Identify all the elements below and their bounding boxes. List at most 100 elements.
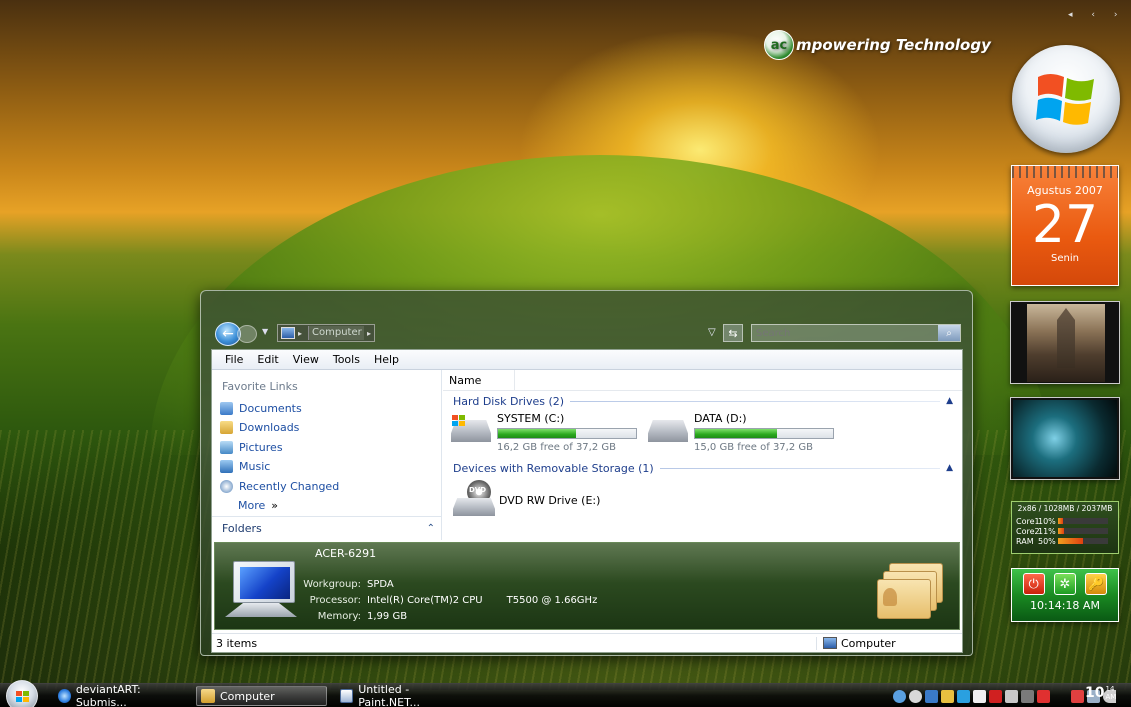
card-front <box>877 579 931 619</box>
address-text[interactable]: Computer <box>308 326 364 340</box>
drive-label: SYSTEM (C:) <box>497 412 565 425</box>
dvd-drive-label[interactable]: DVD RW Drive (E:) <box>499 494 600 507</box>
address-dropdown[interactable]: ▸ <box>364 329 374 338</box>
details-pane: ACER-6291 Workgroup: SPDA Processor: Int… <box>214 542 961 630</box>
lock-button[interactable]: 🔑 <box>1085 573 1108 595</box>
taskbar-item-label: Untitled - Paint.NET... <box>358 683 421 707</box>
tray-app-icon[interactable] <box>1071 689 1084 703</box>
brand-watermark: ac mpowering Technology <box>764 30 991 60</box>
search-button[interactable]: ⌕ <box>938 325 960 341</box>
folders-label: Folders <box>222 522 262 535</box>
documents-icon <box>220 401 233 415</box>
status-location-label: Computer <box>841 636 896 650</box>
explorer-window: ← ▼ ▸ Computer ▸ ▽ ⇆ ⌕ File Edit View To… <box>200 290 973 656</box>
messenger-icon[interactable] <box>909 689 922 703</box>
taskbar-clock[interactable]: 10 14 AM <box>1085 685 1116 701</box>
content-pane: Name Hard Disk Drives (2) ▲ SYSTEM (C:) … <box>443 370 962 540</box>
tray-app-icon[interactable] <box>925 689 938 703</box>
refresh-button[interactable]: ⇆ <box>723 324 743 342</box>
group-divider <box>659 467 941 469</box>
windows-logo-gadget[interactable] <box>1012 45 1120 153</box>
start-button[interactable] <box>6 680 38 707</box>
cpu-row-fill <box>1058 518 1063 524</box>
menu-view[interactable]: View <box>286 350 326 370</box>
restart-button[interactable]: ✲ <box>1053 573 1076 595</box>
taskbar-item-computer[interactable]: Computer <box>196 686 327 706</box>
drive-free-space: 16,2 GB free of 37,2 GB <box>497 442 616 453</box>
fav-link-recently-changed[interactable]: Recently Changed <box>220 478 339 494</box>
tray-app-icon[interactable] <box>1021 689 1034 703</box>
clock-hour: 10 <box>1085 685 1105 701</box>
calendar-gadget[interactable]: Agustus 2007 27 Senin <box>1011 165 1119 286</box>
status-bar: 3 items Computer <box>212 633 962 652</box>
back-arrow-icon: ← <box>222 326 234 342</box>
drive-label: DATA (D:) <box>694 412 747 425</box>
sidebar-nav-arrows[interactable]: ◂ ‹ › <box>1068 10 1125 20</box>
fav-link-pictures[interactable]: Pictures <box>220 439 283 455</box>
menu-edit[interactable]: Edit <box>250 350 285 370</box>
detail-key: Processor: <box>309 595 361 606</box>
cpu-row-bar <box>1058 518 1108 524</box>
tray-app-icon[interactable] <box>973 689 986 703</box>
folder-icon <box>201 689 215 703</box>
fav-link-documents[interactable]: Documents <box>220 400 302 416</box>
double-chevron-icon: » <box>271 498 279 512</box>
folders-toggle[interactable]: Folders ⌃ <box>212 516 441 540</box>
menu-file[interactable]: File <box>218 350 250 370</box>
group-divider <box>570 400 941 402</box>
address-bar[interactable]: ▸ Computer ▸ <box>277 324 375 342</box>
menu-tools[interactable]: Tools <box>326 350 367 370</box>
antivirus-icon[interactable] <box>989 689 1002 703</box>
cpu-meter-gadget[interactable]: 2x86 / 1028MB / 2037MB Core1 10% Core2 1… <box>1011 501 1119 554</box>
tray-app-icon[interactable] <box>1037 689 1050 703</box>
detail-processor: Processor: Intel(R) Core(TM)2 CPU T5500 … <box>275 595 598 609</box>
brand-logo-icon: ac <box>764 30 794 60</box>
drive-system-c[interactable]: SYSTEM (C:) 16,2 GB free of 37,2 GB <box>451 412 651 453</box>
address-history-dropdown[interactable]: ▽ <box>708 327 716 338</box>
paint-net-icon <box>340 689 354 703</box>
detail-key: Workgroup: <box>303 579 361 590</box>
slideshow-gadget-abstract[interactable] <box>1010 397 1120 480</box>
detail-workgroup: Workgroup: SPDA <box>275 579 393 593</box>
cpu-row-core2: Core2 11% <box>1016 526 1114 536</box>
navigation-bar: ← ▼ ▸ Computer ▸ ▽ ⇆ ⌕ <box>215 322 961 346</box>
search-input[interactable] <box>756 326 936 340</box>
clock-minute: 14 <box>1105 685 1115 693</box>
computer-icon <box>281 327 295 339</box>
chevron-up-icon: ▲ <box>946 396 953 406</box>
cpu-row-fill <box>1058 528 1064 534</box>
forward-button[interactable] <box>237 325 257 343</box>
tray-app-icon[interactable] <box>1005 689 1018 703</box>
dvd-drive-icon[interactable]: DVD <box>453 480 495 518</box>
refresh-icon: ⇆ <box>728 326 738 340</box>
slideshow-gadget-cathedral[interactable] <box>1010 301 1120 384</box>
detail-processor-frequency: T5500 @ 1.66GHz <box>506 595 598 606</box>
taskbar-item-paint[interactable]: Untitled - Paint.NET... <box>336 683 467 707</box>
cpu-meter-header: 2x86 / 1028MB / 2037MB <box>1017 504 1113 513</box>
taskbar-item-deviantart[interactable]: deviantART: Submis... <box>54 683 185 707</box>
fav-link-label: Documents <box>239 401 302 415</box>
shutdown-button[interactable]: ⏻ <box>1022 573 1045 595</box>
tray-app-icon[interactable] <box>941 689 954 703</box>
power-gadget: ⏻ ✲ 🔑 10:14:18 AM <box>1011 568 1119 622</box>
column-header-name[interactable]: Name <box>443 370 515 391</box>
drive-data-d[interactable]: DATA (D:) 15,0 GB free of 37,2 GB <box>648 412 848 453</box>
recent-pages-dropdown[interactable]: ▼ <box>262 327 268 336</box>
tray-app-icon[interactable] <box>957 689 970 703</box>
fav-link-music[interactable]: Music <box>220 458 270 474</box>
chevron-right-icon[interactable]: ▸ <box>298 329 308 338</box>
fav-link-downloads[interactable]: Downloads <box>220 419 299 435</box>
group-header-removable[interactable]: Devices with Removable Storage (1) ▲ <box>453 460 953 476</box>
cpu-row-bar <box>1058 528 1108 534</box>
explorer-client-area: File Edit View Tools Help Favorite Links… <box>211 349 963 653</box>
recently-changed-icon <box>220 479 233 493</box>
fav-link-label: Downloads <box>239 420 300 434</box>
menu-help[interactable]: Help <box>367 350 406 370</box>
fav-link-more[interactable]: More » <box>238 497 278 513</box>
windows-logo-icon <box>452 415 465 426</box>
group-header-hard-disks[interactable]: Hard Disk Drives (2) ▲ <box>453 393 953 409</box>
network-icon[interactable] <box>893 689 906 703</box>
cpu-row-name: RAM <box>1016 536 1034 546</box>
fav-link-label: Music <box>239 459 271 473</box>
clock-ampm: AM <box>1105 693 1117 701</box>
